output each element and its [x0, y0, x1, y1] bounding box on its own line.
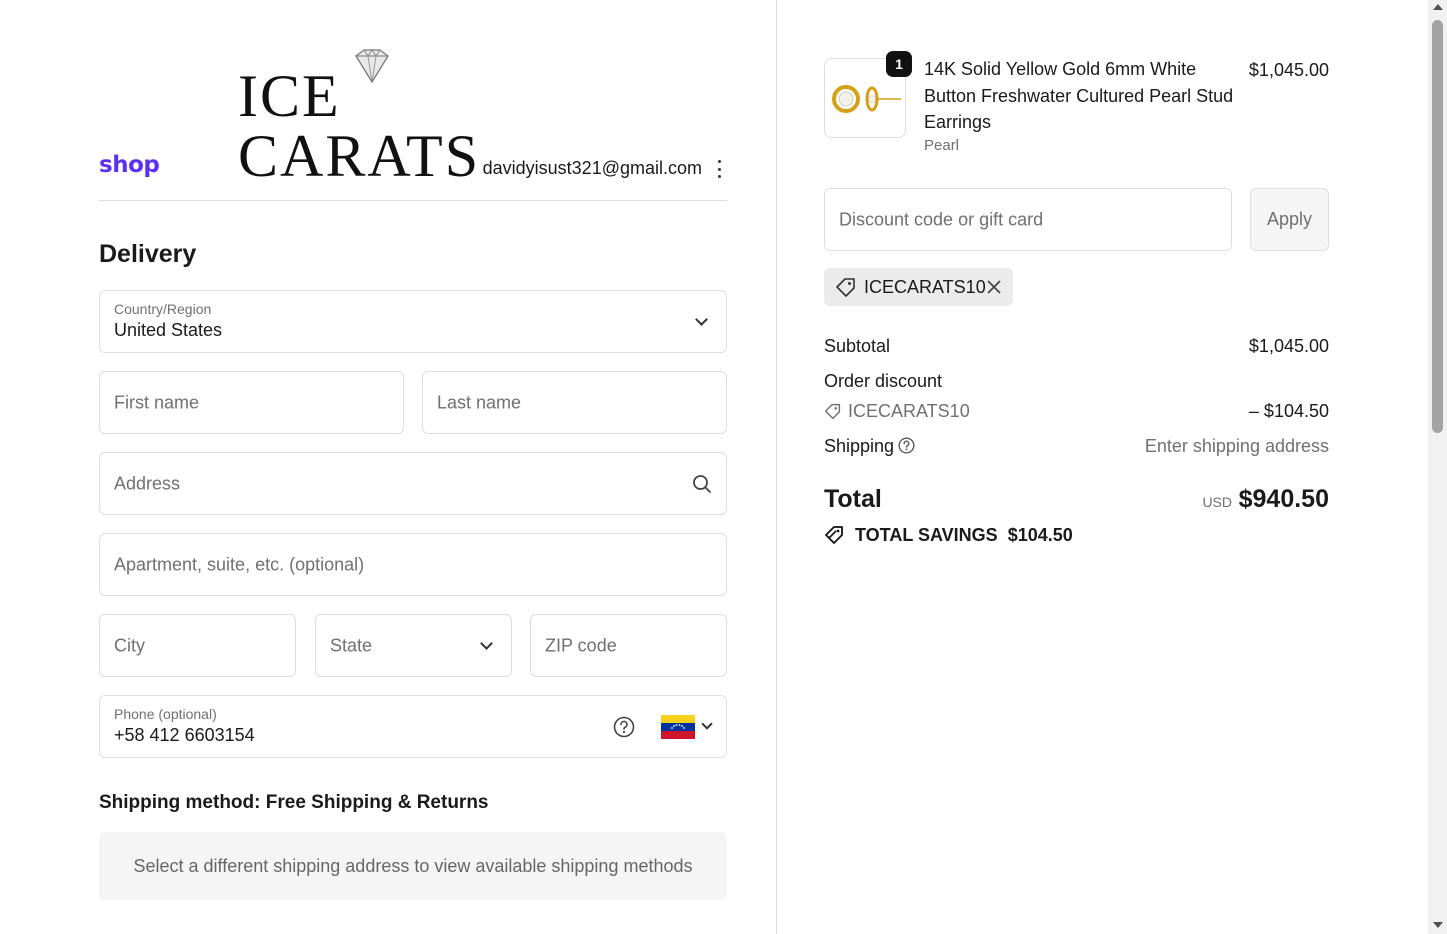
chevron-down-icon — [480, 637, 493, 650]
shipping-label: Shipping — [824, 436, 895, 456]
apply-button-label: Apply — [1266, 209, 1313, 229]
scroll-up-arrow-icon[interactable] — [1433, 4, 1443, 10]
tag-icon — [836, 278, 855, 297]
checkout-form-panel: ICE CARATS shop davidyisust321@gmail.com… — [0, 0, 776, 934]
subtotal-label: Subtotal — [824, 336, 891, 356]
shipping-notice-text: Select a different shipping address to v… — [133, 855, 693, 876]
apartment-field[interactable]: Apartment, suite, etc. (optional) — [99, 533, 727, 596]
product-price: $1,045.00 — [1248, 60, 1329, 80]
total-savings: TOTAL SAVINGS $104.50 — [855, 525, 1073, 546]
total-currency: USD — [1202, 494, 1232, 510]
state-select[interactable]: State — [315, 614, 512, 677]
product-name: 14K Solid Yellow Gold 6mm White Button F… — [924, 59, 1234, 132]
quantity-badge: 1 — [886, 51, 912, 77]
applied-code: ICECARATS10 — [864, 277, 986, 297]
phone-field[interactable]: Phone (optional) +58 412 6603154 — [99, 695, 727, 758]
shipping-value: Enter shipping address — [1144, 436, 1329, 456]
search-icon — [693, 475, 711, 493]
apply-discount-button[interactable]: Apply — [1250, 188, 1329, 251]
chevron-down-icon — [695, 313, 708, 326]
address-field[interactable]: Address — [99, 452, 727, 515]
account-email: davidyisust321@gmail.com — [482, 158, 702, 178]
first-name-field[interactable]: First name — [99, 371, 404, 434]
first-name-placeholder: First name — [114, 392, 200, 412]
scroll-down-arrow-icon[interactable] — [1433, 922, 1443, 928]
country-value: United States — [114, 320, 223, 340]
account-menu-icon[interactable] — [715, 160, 723, 178]
summary-discount-code: ICECARATS10 — [848, 401, 970, 421]
savings-label: TOTAL SAVINGS — [855, 525, 998, 545]
country-label: Country/Region — [114, 301, 212, 317]
delivery-heading: Delivery — [99, 240, 197, 268]
state-placeholder: State — [330, 635, 373, 655]
shop-pay-logo: shop — [99, 152, 160, 178]
address-placeholder: Address — [114, 473, 181, 493]
shipping-method-notice: Select a different shipping address to v… — [99, 832, 727, 900]
zip-field[interactable]: ZIP code — [530, 614, 727, 677]
close-icon[interactable] — [987, 280, 1001, 294]
discount-value: – $104.50 — [1248, 401, 1329, 421]
discount-code-input[interactable]: Discount code or gift card — [824, 188, 1232, 251]
help-circle-icon[interactable] — [613, 716, 635, 738]
applied-discount-chip: ICECARATS10 — [824, 268, 1013, 306]
savings-tag-icon — [825, 526, 843, 544]
total-value: $940.50 — [1238, 485, 1329, 513]
order-summary-panel — [777, 0, 1428, 934]
city-placeholder: City — [114, 635, 145, 655]
page-scrollbar[interactable] — [1428, 0, 1447, 934]
tag-icon — [824, 403, 841, 420]
order-discount-label: Order discount — [824, 371, 943, 391]
ice-carats-logo[interactable]: ICE CARATS — [238, 46, 590, 186]
phone-value: +58 412 6603154 — [114, 725, 255, 745]
last-name-placeholder: Last name — [437, 392, 522, 412]
chevron-down-icon — [701, 718, 713, 730]
shipping-method-heading: Shipping method: Free Shipping & Returns — [99, 792, 489, 813]
apartment-placeholder: Apartment, suite, etc. (optional) — [114, 554, 365, 574]
savings-value: $104.50 — [1007, 525, 1073, 545]
last-name-field[interactable]: Last name — [422, 371, 727, 434]
venezuela-flag-icon[interactable] — [661, 715, 695, 739]
city-field[interactable]: City — [99, 614, 296, 677]
shipping-help-icon[interactable] — [898, 437, 915, 454]
header-divider — [99, 200, 727, 201]
product-variant: Pearl — [924, 137, 960, 154]
zip-placeholder: ZIP code — [545, 635, 617, 655]
country-select[interactable]: Country/Region United States — [99, 290, 727, 353]
subtotal-value: $1,045.00 — [1248, 336, 1329, 356]
discount-placeholder: Discount code or gift card — [839, 209, 1044, 229]
scrollbar-thumb[interactable] — [1432, 20, 1443, 433]
total-label: Total — [824, 485, 882, 513]
phone-label: Phone (optional) — [114, 706, 217, 722]
